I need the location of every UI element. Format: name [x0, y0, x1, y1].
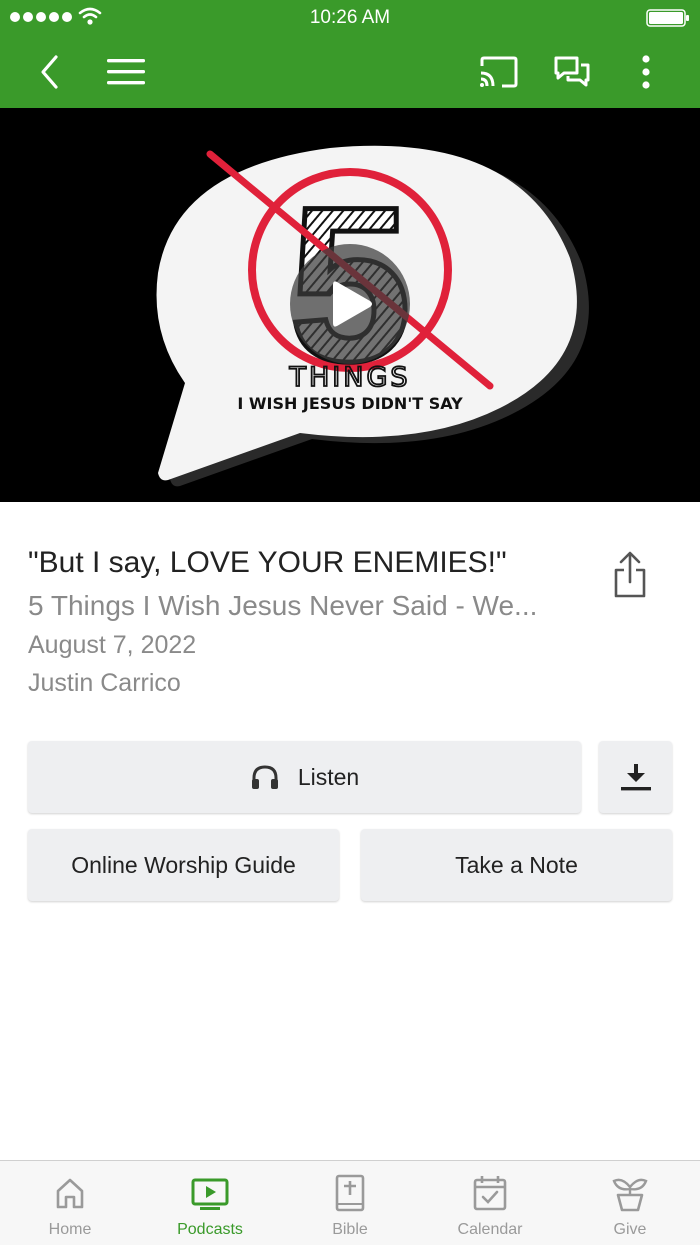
chat-button[interactable] — [550, 50, 594, 94]
speaker-name: Justin Carrico — [28, 669, 181, 697]
share-button[interactable] — [606, 548, 654, 604]
sermon-title: "But I say, LOVE YOUR ENEMIES!" — [28, 546, 507, 579]
listen-label: Listen — [297, 763, 360, 790]
take-a-note-button[interactable]: Take a Note — [361, 829, 672, 901]
artwork-text-line1: THINGS — [288, 362, 410, 393]
sermon-artwork: 5 THINGS I WISH JESUS DIDN'T SAY — [156, 145, 589, 487]
online-worship-guide-label: Online Worship Guide — [71, 851, 296, 878]
back-button[interactable] — [28, 50, 72, 94]
menu-button[interactable] — [104, 50, 148, 94]
listen-button[interactable]: Listen — [28, 741, 581, 813]
online-worship-guide-button[interactable]: Online Worship Guide — [28, 829, 339, 901]
tab-label-calendar: Calendar — [457, 1221, 523, 1238]
plant-icon — [612, 1178, 648, 1212]
series-title: 5 Things I Wish Jesus Never Said - We... — [28, 590, 538, 621]
tab-home[interactable]: Home — [0, 1161, 140, 1245]
cast-icon — [480, 56, 518, 88]
tab-label-podcasts: Podcasts — [177, 1221, 243, 1238]
tv-play-icon — [191, 1178, 229, 1210]
more-vertical-icon — [642, 55, 650, 89]
download-icon — [620, 764, 651, 791]
home-icon — [56, 1178, 84, 1209]
battery-icon — [646, 9, 689, 27]
top-app-bar — [0, 36, 700, 108]
hamburger-menu-icon — [107, 59, 145, 85]
bible-icon — [335, 1174, 365, 1212]
share-icon — [614, 551, 646, 598]
tab-calendar[interactable]: Calendar — [420, 1161, 560, 1245]
status-time: 10:26 AM — [309, 7, 391, 28]
tab-podcasts[interactable]: Podcasts — [140, 1161, 280, 1245]
take-a-note-label: Take a Note — [455, 851, 578, 878]
calendar-check-icon — [473, 1176, 507, 1211]
headphones-icon — [251, 765, 278, 789]
status-bar: 10:26 AM — [0, 0, 700, 36]
tab-give[interactable]: Give — [560, 1161, 700, 1245]
more-options-button[interactable] — [624, 50, 668, 94]
tab-label-give: Give — [613, 1221, 647, 1238]
play-button[interactable] — [290, 244, 410, 364]
download-button[interactable] — [599, 741, 672, 813]
chevron-left-icon — [41, 55, 58, 89]
artwork-text-line2: I WISH JESUS DIDN'T SAY — [237, 394, 463, 413]
tab-bible[interactable]: Bible — [280, 1161, 420, 1245]
cast-button[interactable] — [476, 50, 520, 94]
sermon-date: August 7, 2022 — [28, 631, 197, 659]
tab-label-bible: Bible — [332, 1221, 368, 1238]
chat-bubbles-icon — [554, 56, 590, 87]
sermon-details: "But I say, LOVE YOUR ENEMIES!" 5 Things… — [28, 540, 588, 702]
sermon-artwork-video[interactable]: 5 THINGS I WISH JESUS DIDN'T SAY — [0, 108, 700, 502]
tab-label-home: Home — [48, 1221, 92, 1238]
bottom-tab-bar: Home Podcasts Bible Calendar Give — [0, 1160, 700, 1245]
